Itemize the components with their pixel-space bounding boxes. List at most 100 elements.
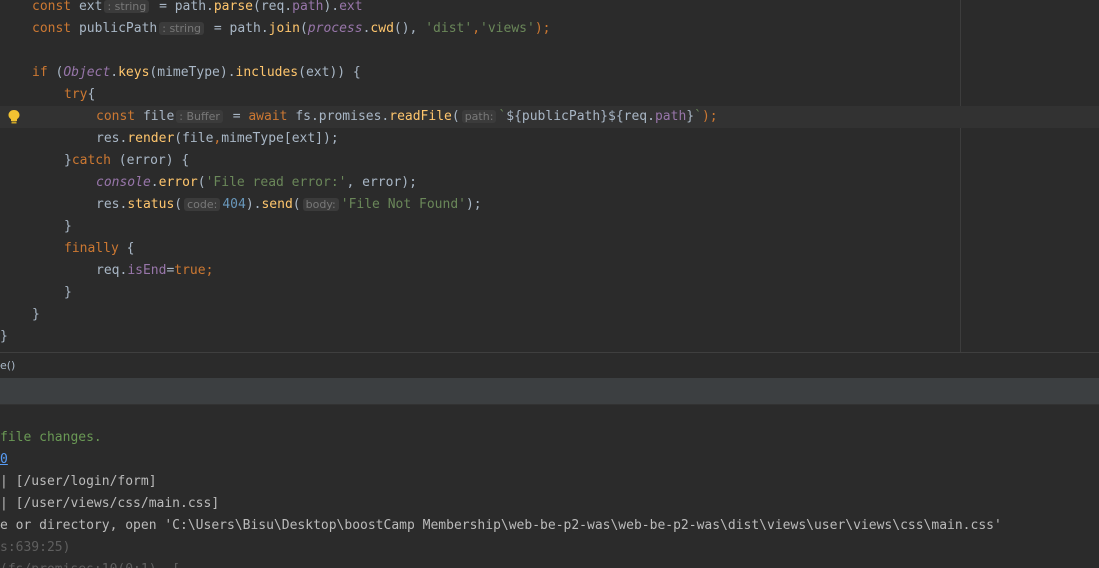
string-literal: 'views' [480,21,535,36]
brace: { [87,87,96,102]
paren: ); [465,197,482,212]
object-ref: path. [229,21,269,36]
property: path [654,109,687,124]
argument: (ext)) { [298,65,361,80]
type-hint: : string [104,0,150,13]
brace: } [32,307,40,322]
code-line-12[interactable]: req.isEnd=true; [0,260,1099,282]
object-ref: req. [96,263,128,278]
template-expr: } [686,109,695,124]
function-call: render [127,131,175,146]
code-line-7[interactable]: }catch (error) { [0,150,1099,172]
comma: , [472,21,481,36]
paren: ( [292,197,301,212]
variable-name: publicPath [78,21,158,36]
property: isEnd [127,263,167,278]
paren: ( [253,0,261,14]
object-ref: res. [96,131,128,146]
code-editor[interactable]: const ext: string = path.parse(req.path)… [0,0,1099,352]
string-literal: 'dist' [425,21,473,36]
console-error-line: e or directory, open 'C:\Users\Bisu\Desk… [0,518,1002,533]
operator: = [232,109,241,124]
run-panel-toolbar [0,378,1099,405]
variable-name: ext [78,0,103,14]
code-line-5[interactable]: const file: Buffer = await fs.promises.r… [0,106,1099,128]
property: ext [339,0,363,14]
function-call: includes [235,65,299,80]
argument: (error) { [110,153,190,168]
object-ref: fs.promises. [295,109,390,124]
parameter-hint: code: [184,198,221,211]
code-line-14[interactable]: } [0,304,1099,326]
keyword: finally [64,241,119,256]
keyword: const [96,109,136,124]
breadcrumb-item[interactable]: e() [0,359,15,372]
argument: req. [260,0,293,14]
function-call: status [127,197,175,212]
paren: ( [174,197,183,212]
global-object: Object [63,65,111,80]
console-stack-line: (fs/promises:10(0:1) [ [0,559,180,568]
brace: } [0,329,8,344]
paren: (), [393,21,426,36]
keyword: const [32,21,72,36]
argument: mimeType[ext]); [221,131,339,146]
variable-name: file [142,109,175,124]
code-line-10[interactable]: } [0,216,1099,238]
dot: . [150,175,159,190]
brace: { [118,241,135,256]
brace: } [64,285,72,300]
paren: ( [197,175,206,190]
console-line: file changes. [0,430,102,445]
semicolon: ; [205,263,214,278]
breadcrumb[interactable]: e() [0,352,1099,379]
code-line-13[interactable]: } [0,282,1099,304]
code-line-9[interactable]: res.status(code: 404).send(body: 'File Not… [0,194,1099,216]
paren: ); [701,109,718,124]
lightbulb-icon[interactable] [8,110,20,124]
code-line-3[interactable]: if (Object.keys(mimeType).includes(ext))… [0,62,1099,84]
console-line: | [/user/login/form] [0,474,157,489]
function-call: cwd [370,21,394,36]
paren: ). [245,197,262,212]
keyword: const [32,0,72,14]
function-call: error [158,175,198,190]
paren: ( [451,109,460,124]
string-literal: 'File read error:' [205,175,347,190]
type-hint: : Buffer [176,110,223,123]
keyword: true [174,263,206,278]
code-line-11[interactable]: finally { [0,238,1099,260]
function-call: readFile [389,109,452,124]
template-expr: ${publicPath}${req. [506,109,655,124]
console-line: | [/user/views/css/main.css] [0,496,220,511]
brace: } [64,219,72,234]
code-line-4[interactable]: try{ [0,84,1099,106]
paren: ). [323,0,340,14]
global-object: process [307,21,363,36]
console-link[interactable]: 0 [0,449,8,471]
argument: (mimeType). [149,65,236,80]
function-call: keys [118,65,150,80]
code-line-1[interactable]: const ext: string = path.parse(req.path)… [0,0,1099,18]
object-ref: path. [174,0,214,14]
function-call: parse [213,0,253,14]
keyword: await [248,109,288,124]
object-ref: res. [96,197,128,212]
property: path [292,0,324,14]
paren: ); [534,21,551,36]
argument: (file [174,131,214,146]
function-call: send [261,197,293,212]
code-line-2[interactable]: const publicPath: string = path.join(pro… [0,18,1099,40]
dot: . [110,65,119,80]
string-literal: 'File Not Found' [340,197,466,212]
keyword: catch [71,153,111,168]
code-line-15[interactable]: } [0,326,1099,348]
run-console[interactable]: file changes. 0 | [/user/login/form] | [… [0,405,1099,568]
function-call: join [268,21,300,36]
code-line-6[interactable]: res.render(file,mimeType[ext]); [0,128,1099,150]
paren: ( [47,65,64,80]
number-literal: 404 [222,197,246,212]
code-line-8[interactable]: console.error('File read error:', error)… [0,172,1099,194]
parameter-hint: path: [461,110,497,123]
parameter-hint: body: [302,198,339,211]
